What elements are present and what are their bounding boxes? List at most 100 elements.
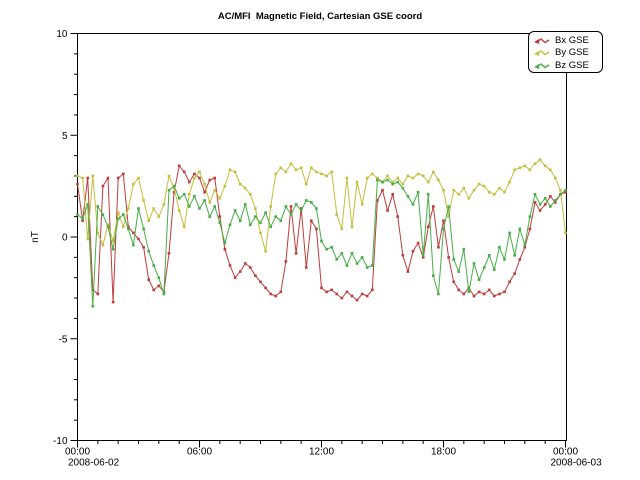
data-point-marker (325, 248, 328, 251)
data-point-marker (412, 203, 415, 206)
data-point-marker (417, 191, 420, 194)
data-point-marker (407, 195, 410, 198)
data-point-marker (498, 246, 501, 249)
data-point-marker (213, 205, 216, 208)
data-point-marker (132, 232, 135, 235)
data-point-marker (229, 169, 232, 172)
data-point-marker (544, 197, 547, 200)
data-point-marker (97, 293, 100, 296)
data-point-marker (81, 217, 84, 220)
data-point-marker (483, 266, 486, 269)
data-point-marker (325, 291, 328, 294)
data-point-marker (442, 189, 445, 192)
data-point-marker (234, 276, 237, 279)
data-point-marker (371, 173, 374, 176)
data-point-marker (280, 219, 283, 222)
data-point-marker (244, 187, 247, 190)
data-point-marker (219, 197, 222, 200)
legend-label-by: By GSE (555, 47, 589, 58)
data-point-marker (102, 213, 105, 216)
data-point-marker (117, 211, 120, 214)
data-point-marker (422, 175, 425, 178)
plot-window: AC/MFI Magnetic Field, Cartesian GSE coo… (0, 0, 640, 480)
data-point-marker (508, 181, 511, 184)
y-tick-label: 10 (56, 29, 68, 40)
data-point-marker (361, 203, 364, 206)
data-point-marker (244, 262, 247, 265)
data-point-marker (503, 191, 506, 194)
legend: Bx GSE By GSE Bz GSE (528, 31, 603, 73)
data-point-marker (320, 240, 323, 243)
data-point-marker (386, 179, 389, 182)
data-point-marker (508, 281, 511, 284)
data-point-marker (163, 203, 166, 206)
x-end-date-label: 2008-06-03 (551, 458, 603, 469)
data-point-marker (341, 297, 344, 300)
data-point-marker (285, 171, 288, 174)
data-point-marker (315, 228, 318, 231)
data-point-marker (183, 226, 186, 229)
data-point-marker (264, 287, 267, 290)
data-point-marker (503, 258, 506, 261)
data-point-marker (213, 177, 216, 180)
data-point-marker (402, 187, 405, 190)
data-point-marker (178, 209, 181, 212)
data-point-marker (407, 270, 410, 273)
data-point-marker (142, 199, 145, 202)
data-point-marker (92, 305, 95, 308)
data-point-marker (386, 209, 389, 212)
data-point-marker (513, 169, 516, 172)
data-point-marker (529, 169, 532, 172)
data-point-marker (239, 270, 242, 273)
data-point-marker (457, 193, 460, 196)
data-point-marker (147, 219, 150, 222)
y-tick-label: -10 (53, 436, 68, 447)
data-point-marker (97, 205, 100, 208)
data-point-marker (452, 258, 455, 261)
data-point-marker (341, 252, 344, 255)
data-point-marker (564, 232, 567, 235)
x-tick-label: 06:00 (187, 447, 212, 458)
data-point-marker (422, 254, 425, 257)
data-point-marker (112, 248, 115, 251)
data-point-marker (534, 193, 537, 196)
data-point-marker (254, 207, 257, 210)
data-point-marker (203, 183, 206, 186)
data-point-marker (519, 228, 522, 231)
data-point-marker (483, 185, 486, 188)
data-point-marker (442, 228, 445, 231)
data-point-marker (371, 289, 374, 292)
data-point-marker (503, 291, 506, 294)
data-point-marker (315, 171, 318, 174)
data-point-marker (554, 199, 557, 202)
data-point-marker (468, 291, 471, 294)
data-point-marker (351, 295, 354, 298)
legend-label-bz: Bz GSE (555, 60, 589, 71)
data-point-marker (539, 203, 542, 206)
data-point-marker (193, 177, 196, 180)
data-point-marker (366, 266, 369, 269)
data-point-marker (208, 179, 211, 182)
data-point-marker (452, 189, 455, 192)
data-point-marker (249, 266, 252, 269)
data-point-marker (127, 207, 130, 210)
data-point-marker (300, 167, 303, 170)
data-point-marker (107, 177, 110, 180)
data-point-marker (437, 179, 440, 182)
data-point-marker (544, 165, 547, 168)
data-point-marker (356, 181, 359, 184)
data-point-marker (305, 266, 308, 269)
data-point-marker (432, 205, 435, 208)
data-point-marker (122, 226, 125, 229)
data-point-marker (315, 207, 318, 210)
data-point-marker (432, 171, 435, 174)
data-point-marker (117, 177, 120, 180)
data-point-marker (239, 219, 242, 222)
y-tick-label: 5 (62, 131, 68, 142)
data-point-marker (437, 246, 440, 249)
data-point-marker (76, 183, 79, 186)
data-point-marker (158, 215, 161, 218)
data-point-marker (178, 165, 181, 168)
data-point-marker (229, 224, 232, 227)
x-tick-label: 00:00 (553, 447, 578, 458)
